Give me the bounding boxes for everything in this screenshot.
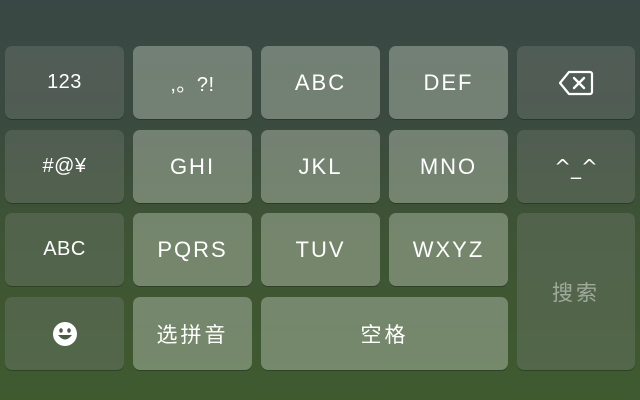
symbols-key-label: #@¥ <box>42 155 87 177</box>
punctuation-key-label: ,。?! <box>170 74 215 96</box>
backspace-icon <box>558 70 594 96</box>
def-letters-key[interactable]: DEF <box>389 46 508 119</box>
abc-switch-key-label: ABC <box>43 238 86 260</box>
kaomoji-key-label: ^_^ <box>554 154 598 179</box>
wxyz-letters-key[interactable]: WXYZ <box>389 213 508 286</box>
pqrs-letters-key-label: PQRS <box>157 236 228 262</box>
emoji-key[interactable] <box>5 297 124 370</box>
jkl-letters-key-label: JKL <box>298 153 343 179</box>
tuv-letters-key-label: TUV <box>295 236 346 262</box>
mno-letters-key-label: MNO <box>419 153 478 179</box>
ghi-letters-key-label: GHI <box>169 153 216 179</box>
pinyin-select-key-label: 选拼音 <box>156 322 229 347</box>
ghi-letters-key[interactable]: GHI <box>133 130 252 203</box>
emoji-icon <box>51 320 79 348</box>
punctuation-key[interactable]: ,。?! <box>133 46 252 119</box>
search-key[interactable]: 搜索 <box>517 213 635 370</box>
def-letters-key-label: DEF <box>423 69 474 95</box>
numbers-key-label: 123 <box>47 71 82 93</box>
search-key-label: 搜索 <box>552 280 600 305</box>
abc-letters-key-label: ABC <box>294 69 347 95</box>
space-key-label: 空格 <box>360 322 409 347</box>
pqrs-letters-key[interactable]: PQRS <box>133 213 252 286</box>
jkl-letters-key[interactable]: JKL <box>261 130 380 203</box>
kaomoji-key[interactable]: ^_^ <box>517 130 635 203</box>
numbers-key[interactable]: 123 <box>5 46 124 119</box>
abc-letters-key[interactable]: ABC <box>261 46 380 119</box>
mno-letters-key[interactable]: MNO <box>389 130 508 203</box>
t9-keyboard: 123 ,。?! ABC DEF #@¥ GHI JKL MNO ^_^ ABC… <box>0 0 640 400</box>
abc-switch-key[interactable]: ABC <box>5 213 124 286</box>
wxyz-letters-key-label: WXYZ <box>412 236 485 262</box>
tuv-letters-key[interactable]: TUV <box>261 213 380 286</box>
pinyin-select-key[interactable]: 选拼音 <box>133 297 252 370</box>
delete-key[interactable] <box>517 46 635 119</box>
symbols-key[interactable]: #@¥ <box>5 130 124 203</box>
space-key[interactable]: 空格 <box>261 297 508 370</box>
